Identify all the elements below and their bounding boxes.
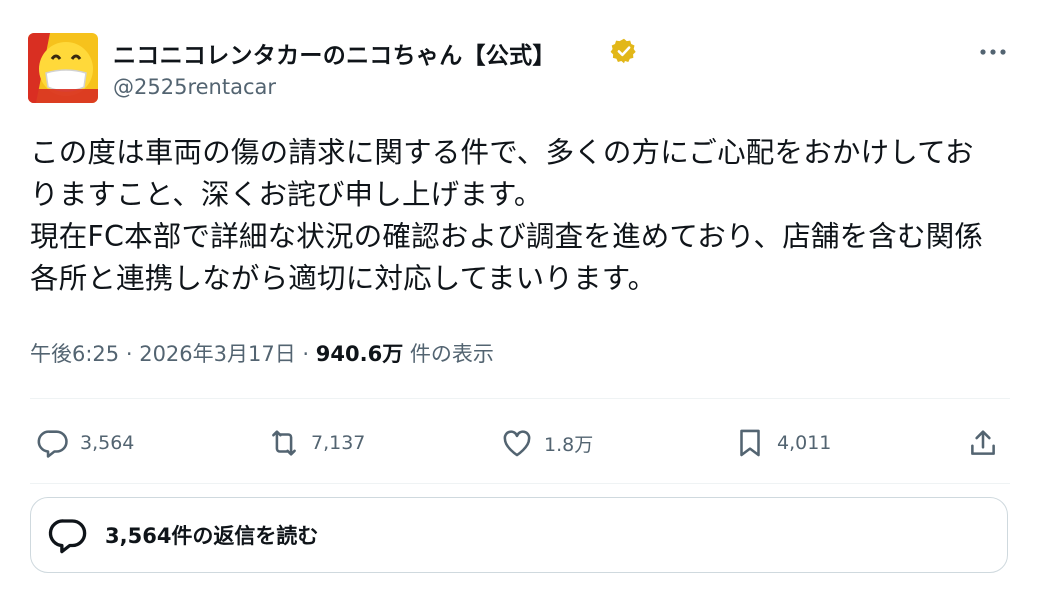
- tweet-time[interactable]: 午後6:25: [30, 342, 119, 366]
- reply-button[interactable]: 3,564: [36, 424, 134, 462]
- divider: [30, 483, 1010, 484]
- retweet-count: 7,137: [311, 432, 366, 454]
- bookmark-count: 4,011: [777, 432, 832, 454]
- bookmark-button[interactable]: 4,011: [733, 424, 831, 462]
- share-icon: [971, 430, 995, 455]
- divider: [30, 398, 1010, 399]
- verified-badge-icon: [610, 38, 636, 64]
- reply-icon: [37, 430, 68, 458]
- views-label: 件の表示: [403, 342, 494, 366]
- meta-separator: ·: [119, 342, 140, 366]
- tweet-text-line: この度は車両の傷の請求に関する件で、多くの方にご心配をおかけしてお: [30, 136, 974, 169]
- reply-count: 3,564: [80, 432, 135, 454]
- read-replies-label: 3,564件の返信を読む: [105, 524, 319, 548]
- more-options-icon[interactable]: [975, 38, 1011, 66]
- tweet-text: この度は車両の傷の請求に関する件で、多くの方にご心配をおかけしてお りますこと、…: [30, 132, 1015, 300]
- avatar[interactable]: [28, 33, 98, 103]
- tweet-text-line: 現在FC本部で詳細な状況の確認および調査を進めており、店舗を含む関係: [30, 220, 984, 253]
- reply-bubble-icon: [48, 519, 87, 554]
- views-count[interactable]: 940.6万: [316, 342, 403, 366]
- share-button[interactable]: [966, 424, 1010, 462]
- retweet-icon: [272, 430, 296, 456]
- tweet-text-line: りますこと、深くお詫び申し上げます。: [30, 178, 543, 211]
- handle[interactable]: @2525rentacar: [113, 75, 276, 99]
- like-button[interactable]: 1.8万: [500, 424, 593, 462]
- smiling-mascot-icon: [28, 33, 98, 103]
- tweet-meta: 午後6:25 · 2026年3月17日 · 940.6万 件の表示: [30, 338, 494, 368]
- tweet-card: ニコニコレンタカーのニコちゃん【公式】 @2525rentacar この度は車両…: [0, 0, 1040, 589]
- meta-separator: ·: [295, 342, 316, 366]
- bookmark-icon: [740, 429, 760, 457]
- tweet-date[interactable]: 2026年3月17日: [139, 342, 296, 366]
- display-name[interactable]: ニコニコレンタカーのニコちゃん【公式】: [113, 36, 556, 70]
- like-count: 1.8万: [544, 433, 594, 456]
- retweet-button[interactable]: 7,137: [267, 424, 365, 462]
- read-replies-button[interactable]: 3,564件の返信を読む: [30, 497, 1008, 573]
- heart-icon: [503, 430, 531, 457]
- tweet-text-line: 各所と連携しながら適切に対応してまいります。: [30, 262, 657, 295]
